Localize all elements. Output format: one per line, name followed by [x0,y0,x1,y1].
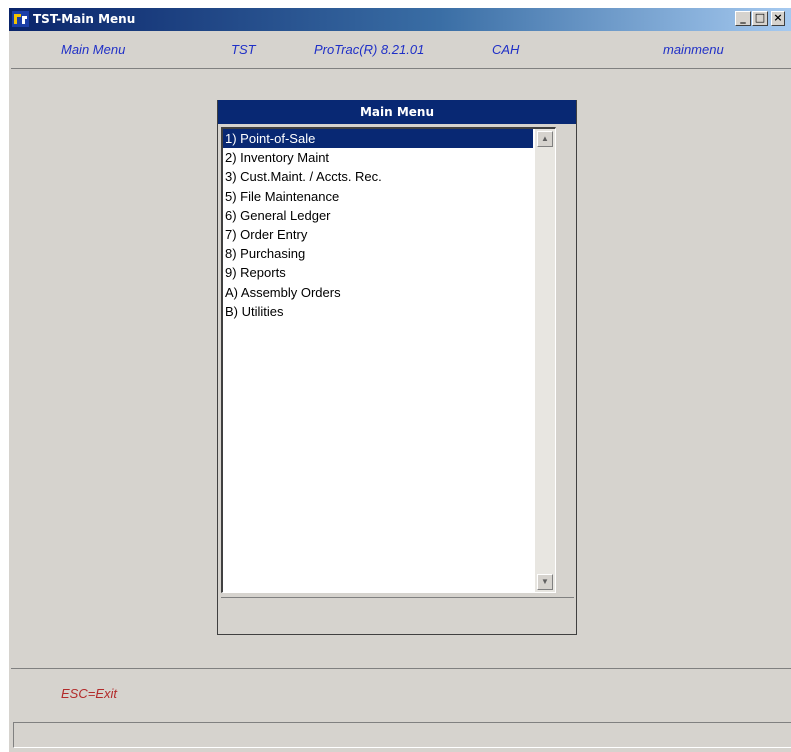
menu-item[interactable]: 8) Purchasing [223,244,533,263]
menu-footer [221,597,574,631]
main-menu-panel: Main Menu 1) Point-of-Sale 2) Inventory M… [217,100,577,635]
menu-item[interactable]: A) Assembly Orders [223,283,533,302]
menu-listbox[interactable]: 1) Point-of-Sale 2) Inventory Maint 3) Cus… [221,127,556,593]
scroll-down-icon[interactable]: ▼ [537,574,553,590]
menu-item[interactable]: 5) File Maintenance [223,187,533,206]
app-version: ProTrac(R) 8.21.01 [314,42,425,57]
app-icon [12,11,29,27]
menu-item[interactable]: 7) Order Entry [223,225,533,244]
menu-title: Main Menu [218,100,576,124]
menu-item[interactable]: 6) General Ledger [223,206,533,225]
menu-item[interactable]: 9) Reports [223,263,533,282]
menu-item[interactable]: 3) Cust.Maint. / Accts. Rec. [223,167,533,186]
minimize-button[interactable]: _ [735,11,751,26]
menu-item[interactable]: 2) Inventory Maint [223,148,533,167]
menu-item[interactable]: 1) Point-of-Sale [223,129,533,149]
status-bar [13,722,791,748]
title-bar[interactable]: TST-Main Menu _ □ × [9,8,791,31]
scroll-up-icon[interactable]: ▲ [537,131,553,147]
info-bar: Main Menu TST ProTrac(R) 8.21.01 CAH mai… [9,31,791,67]
user-id: CAH [492,42,520,57]
vertical-scrollbar[interactable]: ▲ ▼ [535,129,555,592]
window-title: TST-Main Menu [33,12,136,26]
program-name: mainmenu [663,42,724,57]
close-button[interactable]: × [771,11,785,26]
company-code: TST [231,42,256,57]
menu-item[interactable]: B) Utilities [223,302,533,321]
menu-items: 1) Point-of-Sale 2) Inventory Maint 3) Cus… [223,129,533,321]
screen-name: Main Menu [61,42,126,57]
main-window: TST-Main Menu _ □ × Main Menu TST ProTra… [8,8,791,752]
esc-exit-hint: ESC=Exit [61,686,117,701]
maximize-button[interactable]: □ [752,11,768,26]
